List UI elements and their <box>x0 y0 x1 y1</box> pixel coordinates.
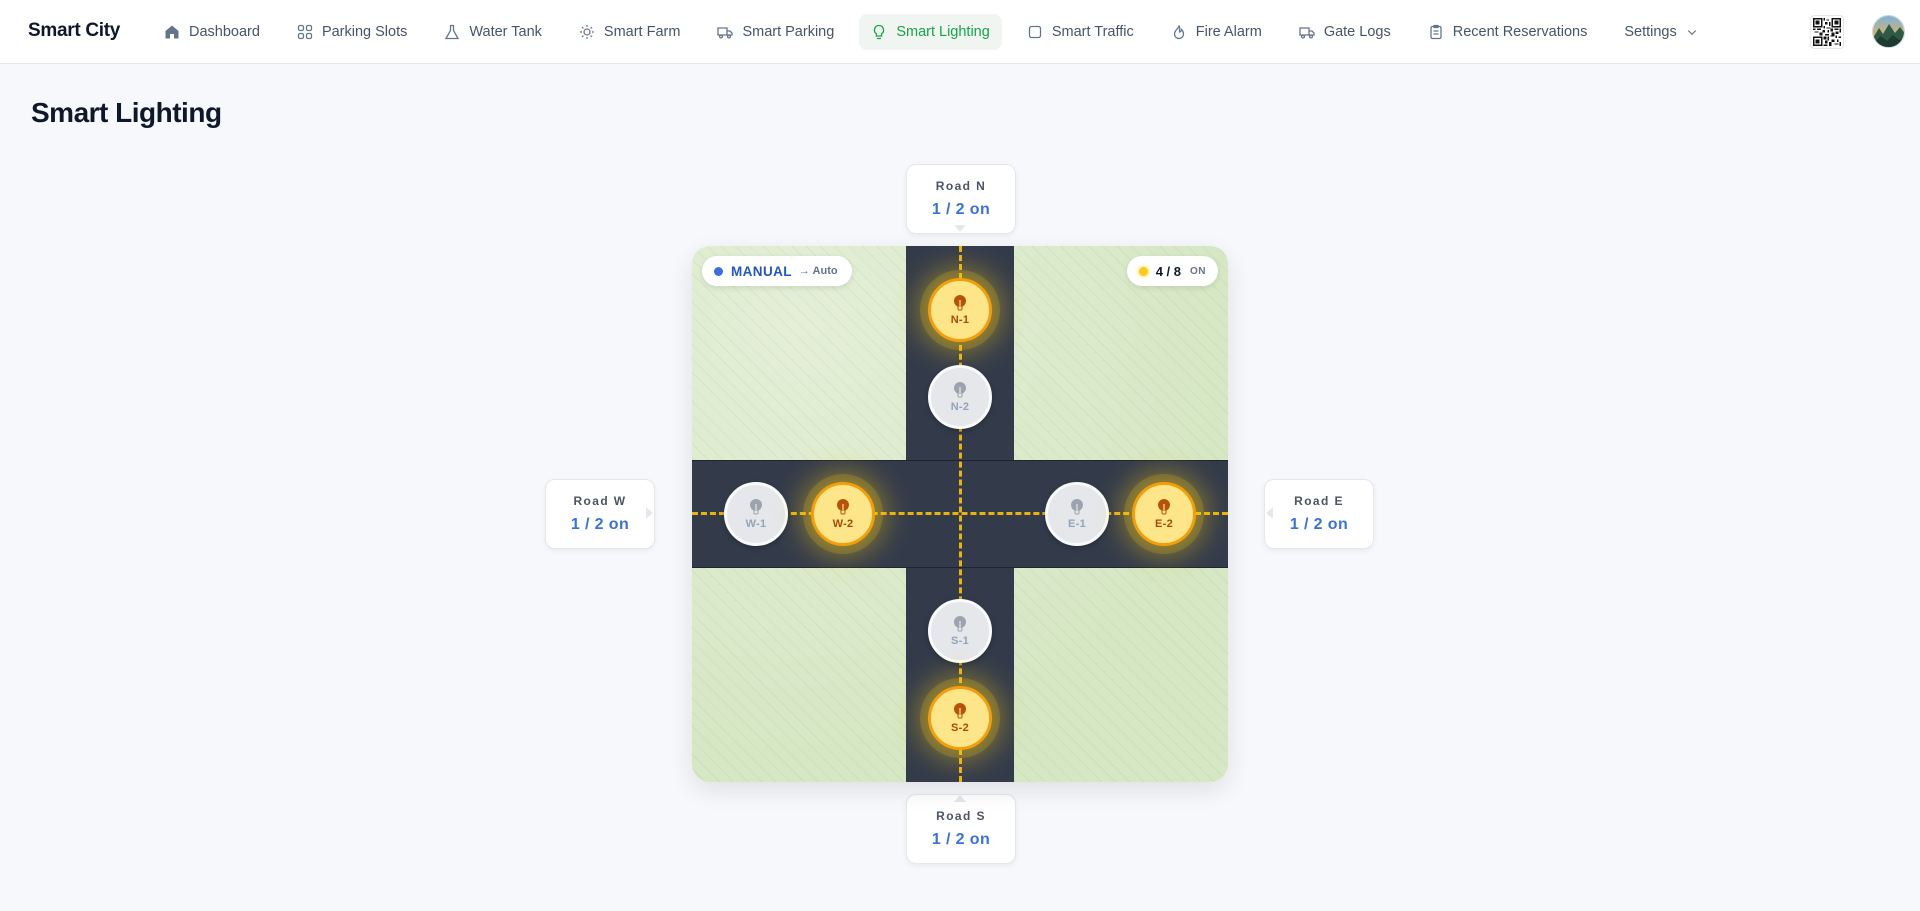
bulb-icon <box>750 499 762 515</box>
pointer-arrow <box>954 225 966 232</box>
lights-on-count: 4 / 8 <box>1155 263 1181 279</box>
bulb-icon <box>837 499 849 515</box>
bulb-icon <box>954 703 966 719</box>
page-title: Smart Lighting <box>31 97 222 128</box>
lamp-s-1[interactable]: S-1 <box>928 599 992 663</box>
nav-item-smart-lighting[interactable]: Smart Lighting <box>859 14 1002 50</box>
nav-item-label: Fire Alarm <box>1195 24 1262 40</box>
main-nav: Dashboard Parking Slots Water Tank Smart… <box>152 14 1723 50</box>
lamp-label: S-1 <box>950 635 970 647</box>
nav-item-label: Recent Reservations <box>1452 24 1588 40</box>
switch-to-auto-label: → Auto <box>798 265 838 277</box>
intersection-map: MANUAL → Auto 4 / 8 ON N-1 N-2 W-1 W-2 E… <box>692 246 1228 782</box>
lamp-label: N-2 <box>950 401 970 413</box>
flame-icon <box>1173 25 1184 40</box>
bulb-icon <box>874 24 885 40</box>
nav-item-smart-traffic[interactable]: Smart Traffic <box>1015 14 1146 50</box>
bulb-icon <box>954 382 966 398</box>
bulb-icon <box>1158 499 1170 515</box>
grid-icon <box>297 24 313 40</box>
lamp-n-2[interactable]: N-2 <box>928 365 992 429</box>
lights-on-summary-badge: 4 / 8 ON <box>1126 256 1218 286</box>
mode-toggle-button[interactable]: MANUAL → Auto <box>702 256 852 286</box>
bulb-icon <box>954 295 966 311</box>
lamp-label: E-2 <box>1154 518 1174 530</box>
road-lights-on-count: 1 / 2 on <box>570 516 630 533</box>
pointer-arrow <box>1266 507 1273 519</box>
nav-item-gate-logs[interactable]: Gate Logs <box>1287 14 1403 50</box>
lamp-label: N-1 <box>950 314 970 326</box>
bulb-icon <box>954 616 966 632</box>
sun-icon <box>579 25 594 39</box>
nav-item-label: Parking Slots <box>321 24 408 40</box>
pointer-arrow <box>954 795 966 802</box>
qr-code-icon[interactable] <box>1810 15 1844 49</box>
nav-item-settings[interactable]: Settings <box>1612 14 1709 50</box>
road-e-status-card: Road E 1 / 2 on <box>1264 479 1374 549</box>
lamp-label: S-2 <box>950 722 970 734</box>
status-dot <box>1138 266 1148 276</box>
road-name: Road W <box>573 494 627 508</box>
nav-item-label: Smart Parking <box>742 24 835 40</box>
road-s-status-card: Road S 1 / 2 on <box>906 794 1016 864</box>
road-lights-on-count: 1 / 2 on <box>1289 516 1349 533</box>
mode-status-dot <box>714 266 723 276</box>
road-name: Road E <box>1294 494 1344 508</box>
pointer-arrow <box>646 507 653 519</box>
chevron-down-icon <box>1687 30 1696 36</box>
lamp-s-2[interactable]: S-2 <box>928 686 992 750</box>
road-lights-on-count: 1 / 2 on <box>931 201 991 218</box>
lamp-label: W-1 <box>745 518 767 530</box>
nav-item-label: Smart Lighting <box>896 24 990 40</box>
brand-logo-text[interactable]: Smart City <box>28 20 120 42</box>
nav-item-dashboard[interactable]: Dashboard <box>152 14 272 50</box>
truck-icon <box>1299 27 1315 39</box>
nav-item-parking-slots[interactable]: Parking Slots <box>285 14 419 50</box>
bulb-icon <box>1071 499 1083 515</box>
lamp-w-1[interactable]: W-1 <box>724 482 788 546</box>
lamp-label: W-2 <box>832 518 854 530</box>
user-avatar[interactable] <box>1872 15 1905 48</box>
nav-item-label: Smart Traffic <box>1051 24 1134 40</box>
clipboard-icon <box>1430 24 1442 40</box>
road-n-status-card: Road N 1 / 2 on <box>906 164 1016 234</box>
nav-item-label: Gate Logs <box>1323 24 1391 40</box>
lamp-n-1[interactable]: N-1 <box>928 278 992 342</box>
nav-item-label: Dashboard <box>189 24 260 40</box>
nav-item-label: Smart Farm <box>603 24 681 40</box>
nav-item-recent-reservations[interactable]: Recent Reservations <box>1416 14 1600 50</box>
lamp-e-1[interactable]: E-1 <box>1045 482 1109 546</box>
truck-icon <box>717 27 734 39</box>
nav-item-fire-alarm[interactable]: Fire Alarm <box>1159 14 1274 50</box>
flask-icon <box>445 24 460 40</box>
top-navigation-bar: Smart City Dashboard Parking Slots Water… <box>0 0 1920 64</box>
nav-item-label: Water Tank <box>469 24 542 40</box>
lamp-e-2[interactable]: E-2 <box>1132 482 1196 546</box>
nav-item-label: Settings <box>1624 24 1677 40</box>
road-lights-on-count: 1 / 2 on <box>931 831 991 848</box>
lamp-label: E-1 <box>1067 518 1087 530</box>
road-name: Road N <box>935 179 987 193</box>
road-w-status-card: Road W 1 / 2 on <box>545 479 655 549</box>
nav-item-smart-farm[interactable]: Smart Farm <box>567 14 693 50</box>
lamp-w-2[interactable]: W-2 <box>811 482 875 546</box>
nav-item-smart-parking[interactable]: Smart Parking <box>705 14 846 50</box>
road-name: Road S <box>936 809 986 823</box>
lights-on-suffix: ON <box>1190 265 1206 277</box>
home-icon <box>165 25 179 39</box>
mode-label: MANUAL <box>731 263 792 279</box>
nav-item-water-tank[interactable]: Water Tank <box>432 14 554 50</box>
square-icon <box>1028 25 1041 39</box>
